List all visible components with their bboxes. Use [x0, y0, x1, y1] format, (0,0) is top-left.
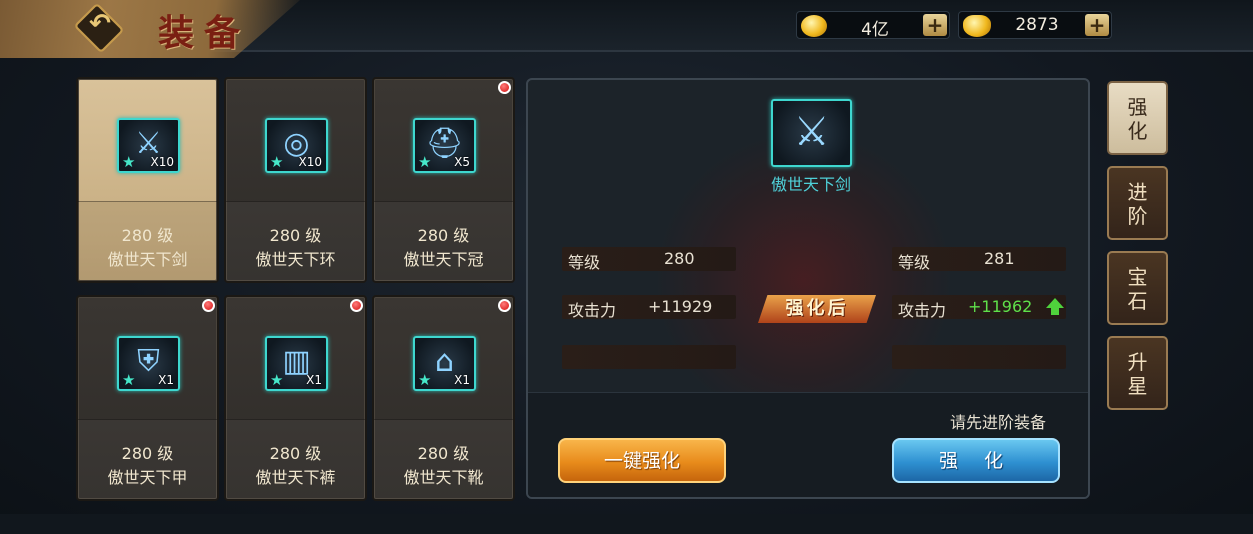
- gold-coin-amount: 4亿: [861, 20, 889, 40]
- tab-star-up[interactable]: 升星: [1107, 336, 1168, 410]
- current-attack-value: +11929: [648, 297, 713, 316]
- item-name: 傲世天下剑: [107, 250, 188, 269]
- red-alert-dot-icon: [498, 81, 511, 94]
- after-attack-value: +11962: [968, 297, 1033, 316]
- sword-icon: ⚔ ★ X10: [117, 118, 180, 173]
- tab-advance[interactable]: 进阶: [1107, 166, 1168, 240]
- item-name: 傲世天下冠: [403, 250, 484, 269]
- gold-coin-icon: [801, 15, 827, 37]
- item-quantity: X10: [150, 155, 175, 169]
- after-enhance-banner: 强化后: [758, 295, 876, 323]
- add-gold-coin-button[interactable]: +: [923, 14, 947, 36]
- gold-ingot-icon: [963, 15, 991, 37]
- stat-label: 攻击力: [898, 301, 947, 320]
- current-level-value: 280: [664, 249, 695, 268]
- equipment-slot-sword[interactable]: ⚔ ★ X10 280 级 傲世天下剑: [76, 77, 219, 283]
- after-empty-row: [892, 345, 1066, 369]
- helmet-icon: ⛑ ★ X5: [413, 118, 476, 173]
- gold-coin-currency: 4亿 +: [796, 11, 950, 40]
- tab-label: 进阶: [1127, 180, 1148, 228]
- page-title: 装备: [158, 12, 251, 54]
- add-gold-ingot-button[interactable]: +: [1085, 14, 1109, 36]
- item-name: 傲世天下靴: [403, 468, 484, 487]
- item-level: 280 级: [269, 226, 322, 245]
- selected-item-name: 傲世天下剑: [770, 175, 851, 194]
- one-key-enhance-button[interactable]: 一键强化: [558, 438, 726, 483]
- item-quantity: X1: [306, 373, 322, 387]
- selected-item-sword-icon: ⚔: [771, 99, 852, 167]
- tab-label: 强化: [1127, 95, 1148, 143]
- after-attack-row: 攻击力 +11962: [892, 295, 1066, 320]
- item-quantity: X1: [158, 373, 174, 387]
- stat-label: 等级: [568, 253, 601, 272]
- equipment-slot-boots[interactable]: ⌂ ★ X1 280 级 傲世天下靴: [372, 295, 515, 501]
- advance-hint: 请先进阶装备: [949, 413, 1046, 432]
- item-quantity: X5: [454, 155, 470, 169]
- gold-ingot-amount: 2873: [1015, 15, 1059, 35]
- tab-label: 升星: [1127, 350, 1148, 398]
- red-alert-dot-icon: [350, 299, 363, 312]
- bottom-strip: [0, 514, 1253, 534]
- enhance-detail-panel: ⚔ 傲世天下剑 等级 280 攻击力 +11929 强化后 等级 281 攻击力…: [526, 78, 1090, 499]
- tab-enhance[interactable]: 强化: [1107, 81, 1168, 155]
- item-level: 280 级: [417, 444, 470, 463]
- item-level: 280 级: [417, 226, 470, 245]
- enhance-button[interactable]: 强 化: [892, 438, 1060, 483]
- item-name: 傲世天下裤: [255, 468, 336, 487]
- armor-icon: ⛨ ★ X1: [117, 336, 180, 391]
- equipment-slot-pants[interactable]: ▥ ★ X1 280 级 傲世天下裤: [224, 295, 367, 501]
- equipment-slot-armor[interactable]: ⛨ ★ X1 280 级 傲世天下甲: [76, 295, 219, 501]
- tab-label: 宝石: [1127, 265, 1148, 313]
- boots-icon: ⌂ ★ X1: [413, 336, 476, 391]
- increase-arrow-stem: [1051, 307, 1059, 315]
- ring-icon: ◎ ★ X10: [265, 118, 328, 173]
- current-level-row: 等级 280: [562, 247, 736, 272]
- item-level: 280 级: [121, 226, 174, 245]
- current-empty-row: [562, 345, 736, 369]
- item-level: 280 级: [121, 444, 174, 463]
- tab-gem[interactable]: 宝石: [1107, 251, 1168, 325]
- gold-ingot-currency: 2873 +: [958, 11, 1112, 39]
- red-alert-dot-icon: [498, 299, 511, 312]
- after-level-value: 281: [984, 249, 1015, 268]
- item-quantity: X10: [298, 155, 323, 169]
- after-level-row: 等级 281: [892, 247, 1066, 272]
- stat-label: 攻击力: [568, 301, 617, 320]
- pants-icon: ▥ ★ X1: [265, 336, 328, 391]
- item-quantity: X1: [454, 373, 470, 387]
- back-arrow-icon[interactable]: ↶: [84, 8, 116, 40]
- equipment-slot-helmet[interactable]: ⛑ ★ X5 280 级 傲世天下冠: [372, 77, 515, 283]
- item-level: 280 级: [269, 444, 322, 463]
- current-attack-row: 攻击力 +11929: [562, 295, 736, 320]
- equipment-slot-ring[interactable]: ◎ ★ X10 280 级 傲世天下环: [224, 77, 367, 283]
- stat-label: 等级: [898, 253, 931, 272]
- red-alert-dot-icon: [202, 299, 215, 312]
- item-name: 傲世天下环: [255, 250, 336, 269]
- item-name: 傲世天下甲: [107, 468, 188, 487]
